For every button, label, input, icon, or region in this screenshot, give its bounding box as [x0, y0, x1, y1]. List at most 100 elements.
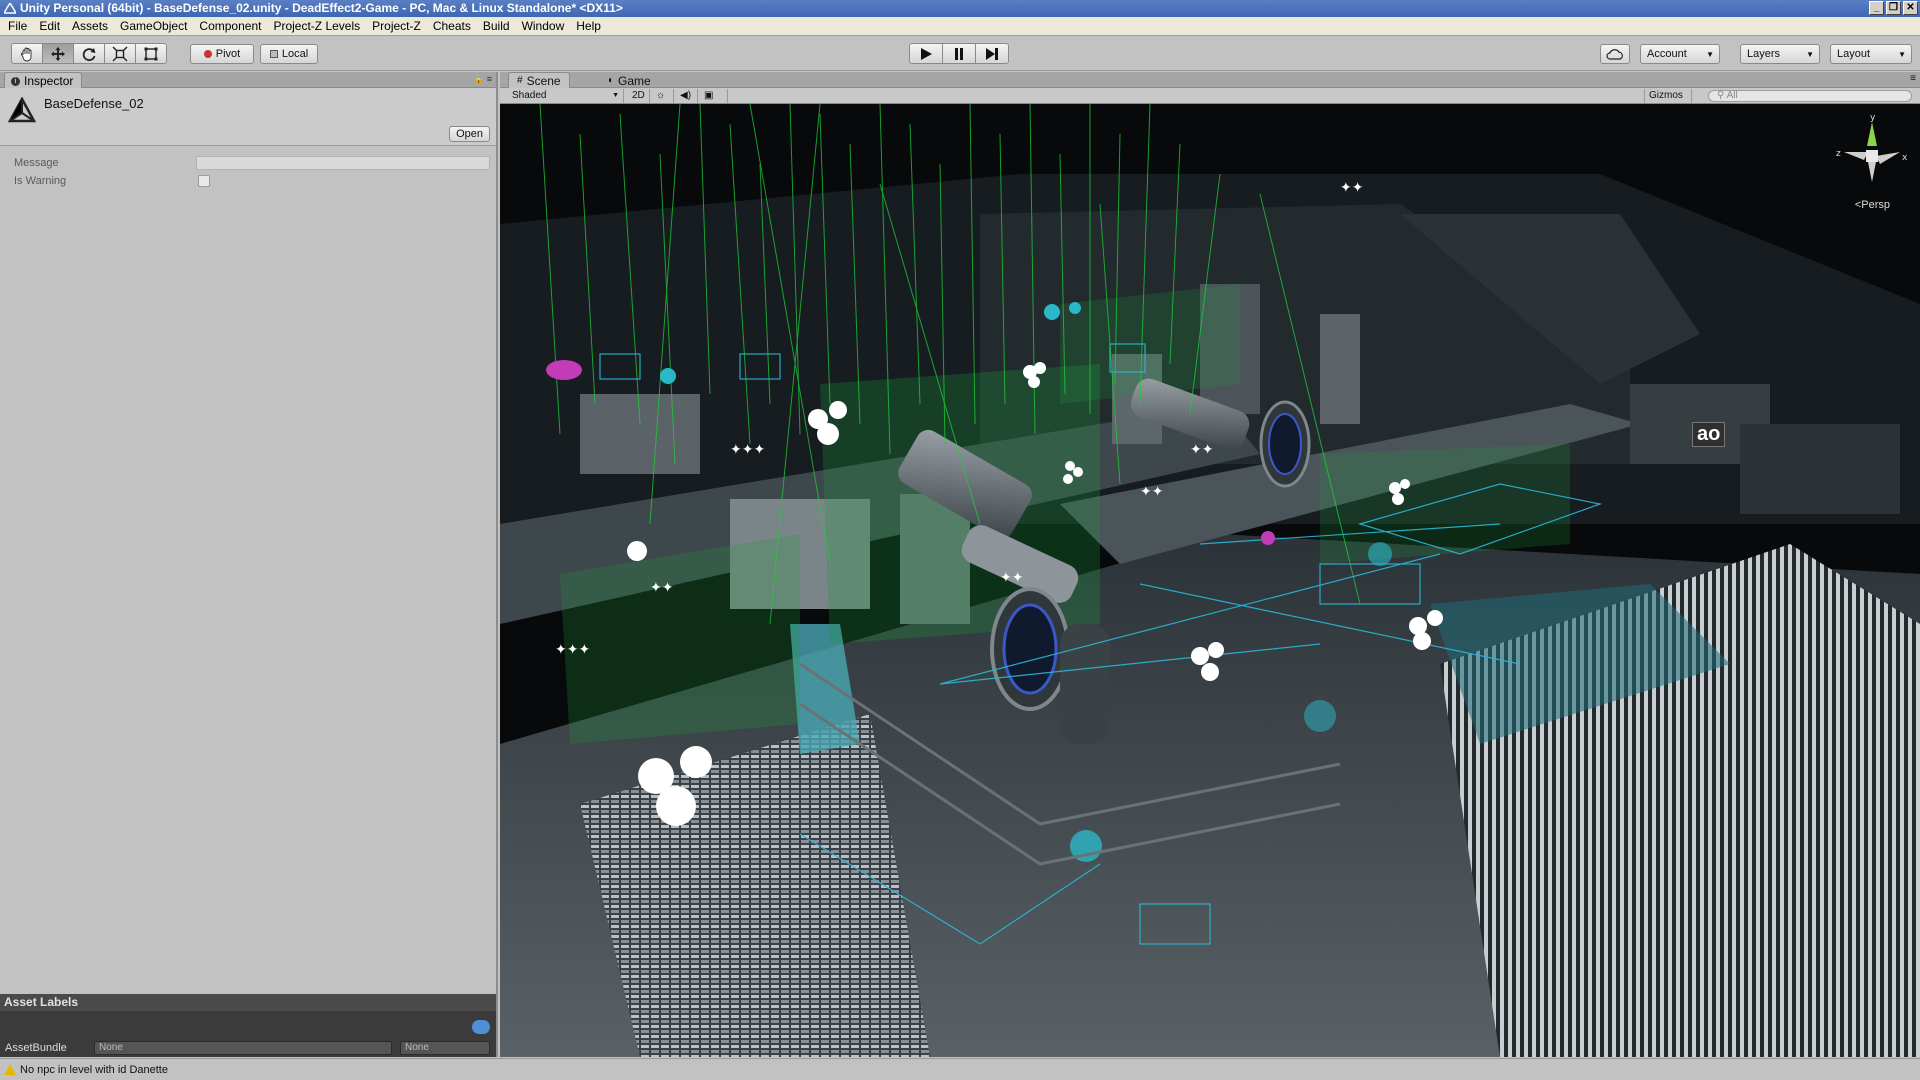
y-axis-label: y [1870, 113, 1876, 123]
z-axis-label: z [1836, 149, 1841, 159]
pause-icon [955, 47, 963, 60]
rotate-tool-button[interactable] [73, 43, 105, 64]
open-button[interactable]: Open [449, 126, 490, 142]
minimize-button[interactable]: _ [1869, 1, 1884, 15]
step-button[interactable] [975, 43, 1009, 64]
tab-scene-label: Scene [526, 74, 561, 88]
info-icon: i [11, 76, 20, 86]
status-bar[interactable]: No npc in level with id Danette [0, 1058, 1920, 1080]
gizmos-label: Gizmos [1649, 90, 1683, 101]
unity-scene-icon [8, 97, 36, 123]
panel-options: 🔒 ≡ [473, 74, 492, 85]
grid-icon: # [517, 75, 523, 86]
z-axis-cone-icon[interactable] [1844, 152, 1868, 160]
close-button[interactable]: ✕ [1903, 1, 1918, 15]
menu-build[interactable]: Build [477, 17, 516, 36]
scene-viewport[interactable]: ✦✦✦ ✦✦ ✦✦✦ ✦✦ ✦✦ ✦✦ ✦✦ ao y z x <Persp [500, 104, 1920, 1057]
projection-text: Persp [1861, 199, 1890, 211]
warning-icon [4, 1064, 16, 1075]
play-icon [921, 47, 932, 60]
play-button[interactable] [909, 43, 943, 64]
menu-edit[interactable]: Edit [33, 17, 66, 36]
asset-label-tag-icon[interactable] [472, 1020, 490, 1034]
y-axis-cone-icon[interactable] [1867, 122, 1877, 146]
search-placeholder: All [1726, 90, 1738, 101]
caret-down-icon: ▼ [1806, 49, 1814, 59]
menu-window[interactable]: Window [516, 17, 571, 36]
scale-icon [112, 46, 128, 61]
layout-dropdown[interactable]: Layout ▼ [1830, 44, 1912, 64]
playback-controls [909, 43, 1009, 64]
panel-menu-icon[interactable]: ≡ [1910, 73, 1916, 84]
asset-bundle-label: AssetBundle [5, 1042, 67, 1054]
layout-label: Layout [1837, 48, 1871, 60]
local-toggle-button[interactable]: Local [260, 44, 318, 64]
account-dropdown[interactable]: Account ▼ [1640, 44, 1720, 64]
pacman-icon: ◐ [608, 74, 615, 86]
neg-y-axis-cone-icon[interactable] [1868, 162, 1876, 182]
svg-text:✦✦: ✦✦ [1000, 570, 1024, 586]
scene-render: ✦✦✦ ✦✦ ✦✦✦ ✦✦ ✦✦ ✦✦ ✦✦ [500, 104, 1920, 1057]
projection-label[interactable]: <Persp [1855, 199, 1890, 211]
gizmo-center-cube[interactable] [1866, 150, 1878, 162]
layers-dropdown[interactable]: Layers ▼ [1740, 44, 1820, 64]
scene-orientation-gizmo[interactable]: y z x [1832, 112, 1912, 212]
message-field-row: Message [0, 154, 496, 172]
move-arrows-icon [51, 46, 65, 61]
menu-project-z[interactable]: Project-Z [366, 17, 427, 36]
main-toolbar: Pivot Local Account ▼ Layers ▼ Layout ▼ [0, 37, 1920, 71]
menu-cheats[interactable]: Cheats [427, 17, 477, 36]
caret-down-icon: ▼ [612, 92, 619, 99]
window-title-bar: Unity Personal (64bit) - BaseDefense_02.… [0, 0, 1920, 17]
asset-bundle-select[interactable]: None [94, 1041, 392, 1055]
hand-icon [21, 47, 32, 61]
gizmos-dropdown[interactable]: Gizmos ▼ [1644, 89, 1692, 113]
is-warning-field-row: Is Warning [0, 172, 496, 190]
is-warning-checkbox[interactable] [198, 175, 210, 187]
local-cube-icon [269, 50, 278, 58]
message-input[interactable] [196, 156, 490, 170]
tab-inspector[interactable]: i Inspector [4, 72, 83, 89]
x-axis-cone-icon[interactable] [1876, 152, 1900, 164]
svg-text:✦✦✦: ✦✦✦ [730, 442, 765, 458]
local-label: Local [281, 48, 309, 60]
shading-mode-dropdown[interactable]: Shaded ▼ [508, 89, 624, 103]
restore-button[interactable]: ❐ [1886, 1, 1901, 15]
hand-tool-button[interactable] [11, 43, 43, 64]
tab-game[interactable]: ◐ Game [600, 72, 659, 89]
image-icon: ▣ [704, 90, 714, 101]
search-icon: ⚲ [1717, 90, 1725, 101]
menu-file[interactable]: File [2, 17, 33, 36]
pause-button[interactable] [942, 43, 976, 64]
step-icon [986, 47, 998, 60]
cloud-icon [1606, 49, 1623, 60]
asset-labels-section: Asset Labels AssetBundle None None [0, 994, 496, 1057]
audio-toggle-button[interactable]: ◀) [676, 89, 698, 103]
move-tool-button[interactable] [42, 43, 74, 64]
tab-game-label: Game [618, 73, 651, 88]
scale-tool-button[interactable] [104, 43, 136, 64]
shading-mode-label: Shaded [512, 90, 547, 101]
inspector-object-title: BaseDefense_02 [44, 96, 144, 111]
asset-bundle-variant-select[interactable]: None [400, 1041, 490, 1055]
scene-search-input[interactable]: ⚲ All [1708, 90, 1912, 102]
cloud-button[interactable] [1600, 44, 1630, 64]
transform-tools [11, 43, 167, 64]
menu-assets[interactable]: Assets [66, 17, 114, 36]
lock-icon[interactable]: 🔒 [473, 74, 484, 84]
sun-icon: ☼ [656, 90, 666, 101]
effects-dropdown[interactable]: ▣ ▼ [700, 89, 728, 113]
rect-tool-icon [144, 47, 158, 60]
panel-menu-icon[interactable]: ≡ [487, 74, 492, 84]
menu-gameobject[interactable]: GameObject [114, 17, 193, 36]
pivot-toggle-button[interactable]: Pivot [190, 44, 254, 64]
message-label: Message [14, 157, 59, 169]
lighting-toggle-button[interactable]: ☼ [652, 89, 674, 103]
2d-toggle-button[interactable]: 2D [628, 89, 650, 103]
tab-scene[interactable]: # Scene [508, 72, 570, 89]
rect-tool-button[interactable] [135, 43, 167, 64]
scene-tab-bar: # Scene ◐ Game ≡ [500, 72, 1920, 89]
menu-project-z-levels[interactable]: Project-Z Levels [267, 17, 366, 36]
menu-component[interactable]: Component [193, 17, 267, 36]
menu-help[interactable]: Help [570, 17, 607, 36]
